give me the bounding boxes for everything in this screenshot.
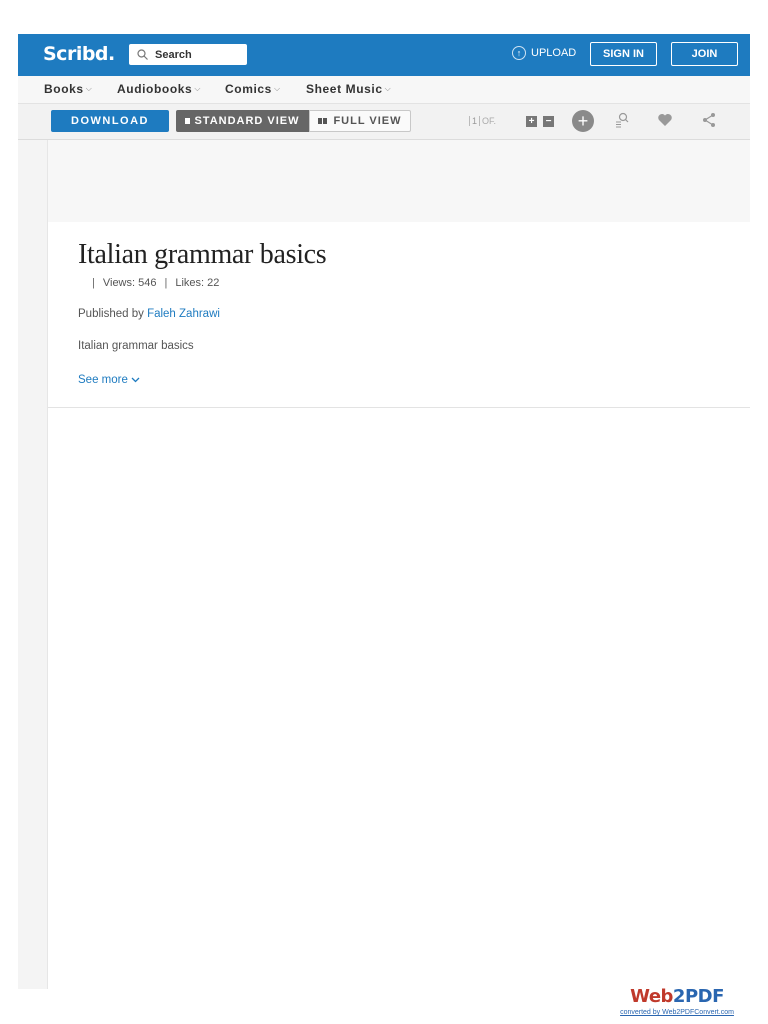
see-more-link[interactable]: See more xyxy=(78,374,140,386)
document-description: Italian grammar basics xyxy=(78,340,194,352)
scribd-logo[interactable]: Scribd. xyxy=(43,43,115,65)
web2pdf-logo: Web2PDF xyxy=(630,986,724,1007)
nav-audiobooks[interactable]: Audiobooks ⌵ xyxy=(117,82,201,96)
full-view-button[interactable]: FULL VIEW xyxy=(309,110,411,132)
full-view-label: FULL VIEW xyxy=(333,115,402,127)
stat-separator: | xyxy=(92,277,95,289)
page-number-input[interactable]: 1 xyxy=(469,116,481,126)
search-input[interactable] xyxy=(155,48,240,61)
web2pdf-link[interactable]: converted by Web2PDFConvert.com xyxy=(612,1008,742,1017)
document-stats: | Views: 546 | Likes: 22 xyxy=(92,277,219,289)
page-indicator: 1 OF. xyxy=(469,116,496,126)
sign-in-button[interactable]: SIGN IN xyxy=(590,42,657,66)
heart-icon[interactable] xyxy=(655,112,675,132)
web2pdf-watermark: Web2PDF converted by Web2PDFConvert.com xyxy=(612,986,742,1017)
chevron-down-icon: ⌵ xyxy=(85,84,93,93)
two-page-icon xyxy=(318,115,328,127)
join-button[interactable]: JOIN xyxy=(671,42,738,66)
scribd-page: Scribd. ↑ UPLOAD SIGN IN JOIN Books⌵ Aud… xyxy=(18,34,750,989)
chevron-down-icon: ⌵ xyxy=(273,84,281,93)
nav-sheet-music[interactable]: Sheet Music ⌵ xyxy=(306,82,391,96)
search-icon xyxy=(137,49,148,60)
upload-label: UPLOAD xyxy=(531,47,577,59)
chevron-down-icon xyxy=(131,377,140,383)
standard-view-button[interactable]: STANDARD VIEW xyxy=(176,110,309,132)
stat-separator: | xyxy=(164,277,168,289)
upload-button[interactable]: ↑ UPLOAD xyxy=(512,46,576,60)
share-icon[interactable] xyxy=(699,112,719,132)
chevron-down-icon: ⌵ xyxy=(384,84,392,93)
find-in-document-icon[interactable] xyxy=(612,112,632,132)
nav-comics[interactable]: Comics ⌵ xyxy=(225,82,281,96)
published-prefix: Published by xyxy=(78,308,144,320)
standard-view-label: STANDARD VIEW xyxy=(194,115,300,127)
search-box[interactable] xyxy=(129,44,247,65)
category-nav: Books ⌵ Audiobooks ⌵ Comics ⌵ Sheet Music ⌵ xyxy=(18,76,750,104)
upload-arrow-icon: ↑ xyxy=(512,46,526,60)
chevron-down-icon: ⌵ xyxy=(194,84,201,93)
document-title: Italian grammar basics xyxy=(78,239,327,270)
single-page-icon xyxy=(185,118,191,124)
document-toolbar: DOWNLOAD STANDARD VIEW FULL VIEW 1 OF. +… xyxy=(18,104,750,140)
views-count: Views: 546 xyxy=(102,277,157,289)
published-by: Published by Faleh Zahrawi xyxy=(78,308,220,320)
nav-books[interactable]: Books ⌵ xyxy=(44,82,92,96)
section-divider xyxy=(48,407,750,408)
ad-placeholder xyxy=(48,140,750,222)
top-bar: Scribd. ↑ UPLOAD SIGN IN JOIN xyxy=(18,34,750,76)
download-button[interactable]: DOWNLOAD xyxy=(51,110,169,132)
zoom-in-icon[interactable]: + xyxy=(526,116,537,127)
likes-count: Likes: 22 xyxy=(175,277,220,289)
left-rail xyxy=(18,140,48,989)
add-to-library-icon[interactable]: + xyxy=(572,110,594,132)
page-of-label: OF. xyxy=(482,116,497,126)
author-link[interactable]: Faleh Zahrawi xyxy=(147,308,220,320)
zoom-out-icon[interactable]: − xyxy=(543,116,554,127)
